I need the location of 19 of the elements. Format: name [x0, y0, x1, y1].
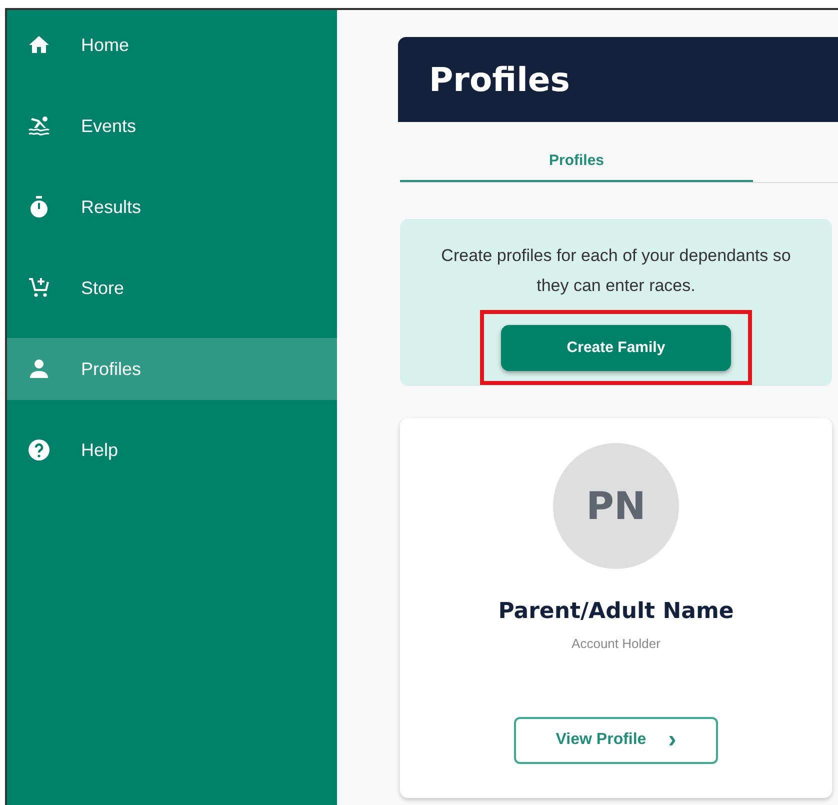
- info-text: Create profiles for each of your dependants so they can enter races.: [440, 245, 792, 297]
- cart-icon: [27, 276, 51, 300]
- create-family-button[interactable]: Create Family: [501, 325, 731, 371]
- person-icon: [27, 357, 51, 381]
- tab[interactable]: Profiles: [400, 122, 753, 182]
- sidebar-item[interactable]: Results: [7, 176, 337, 238]
- chevron-icon: ›: [668, 728, 676, 752]
- profile-role: Account Holder: [570, 635, 662, 653]
- avatar: PN: [553, 443, 679, 569]
- swimmer-icon: [27, 114, 51, 138]
- sidebar-item[interactable]: Help: [7, 419, 337, 481]
- sidebar-item[interactable]: Store: [7, 257, 337, 319]
- profile-name: Parent/Adult Name: [497, 598, 735, 626]
- sidebar-item[interactable]: Events: [7, 95, 337, 157]
- help-icon: [27, 438, 51, 462]
- sidebar-item[interactable]: Home: [7, 14, 337, 76]
- view-profile-button[interactable]: View Profile ›: [514, 716, 718, 764]
- sidebar-item[interactable]: Profiles: [7, 338, 337, 400]
- page-title: Profiles: [429, 60, 570, 100]
